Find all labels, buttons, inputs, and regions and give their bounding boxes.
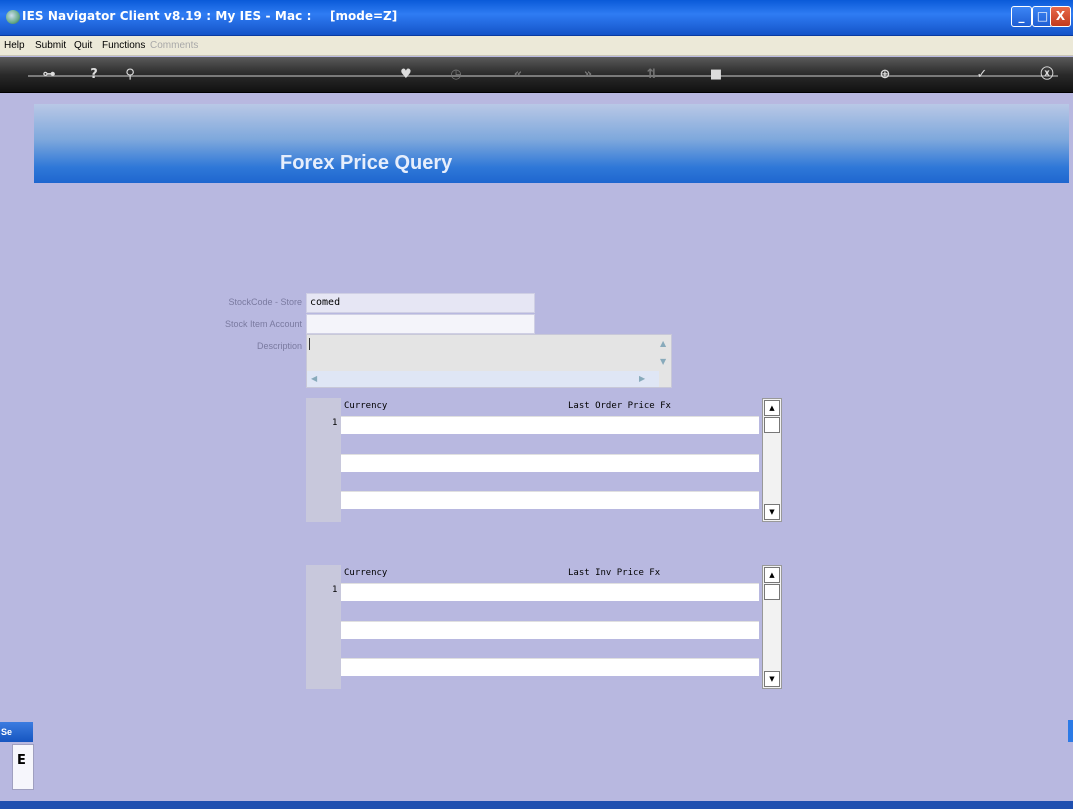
scroll-thumb[interactable]	[764, 417, 780, 433]
table-row[interactable]	[341, 416, 759, 434]
toolbar: ⊶ ? ⚲ ♥ ◷ « » ⇅ ■ ⊕ ✓ ⓧ	[0, 57, 1073, 93]
close-icon[interactable]: ⓧ	[1037, 66, 1057, 84]
scroll-up-icon[interactable]: ▲	[764, 400, 780, 416]
scroll-down-icon[interactable]: ▼	[764, 671, 780, 687]
row-number-column	[306, 398, 341, 522]
row-number: 1	[332, 418, 338, 428]
column-header-last-inv-price[interactable]: Last Inv Price Fx	[568, 568, 660, 578]
menu-quit[interactable]: Quit	[74, 40, 92, 51]
text-caret	[309, 338, 310, 350]
scroll-left-icon[interactable]: ◀	[311, 374, 317, 383]
table-row[interactable]	[341, 491, 759, 509]
heart-icon[interactable]: ♥	[396, 66, 416, 84]
mode-indicator: [mode=Z]	[330, 9, 398, 23]
grid-vertical-scrollbar[interactable]: ▲ ▼	[762, 565, 782, 689]
stock-code-label: StockCode - Store	[228, 297, 302, 307]
side-panel-tab[interactable]: Se	[0, 722, 33, 742]
scroll-right-icon[interactable]: ▶	[639, 374, 645, 383]
close-window-button[interactable]: X	[1050, 6, 1071, 27]
side-panel-box[interactable]: E	[12, 744, 34, 790]
column-header-currency[interactable]: Currency	[344, 401, 387, 411]
table-row[interactable]	[341, 454, 759, 472]
help-icon[interactable]: ?	[84, 66, 104, 84]
description-horizontal-scrollbar[interactable]: ◀ ▶	[307, 371, 659, 387]
menu-submit[interactable]: Submit	[35, 40, 66, 51]
column-header-last-order-price[interactable]: Last Order Price Fx	[568, 401, 671, 411]
bottom-border	[0, 801, 1073, 809]
check-icon[interactable]: ✓	[972, 66, 992, 84]
menu-bar: Help Submit Quit Functions Comments	[0, 36, 1073, 56]
order-price-grid[interactable]: Currency Last Order Price Fx 1 ▲ ▼	[306, 398, 782, 523]
minimize-button[interactable]: _	[1011, 6, 1032, 27]
description-label: Description	[256, 341, 302, 351]
menu-help[interactable]: Help	[4, 40, 25, 51]
search-icon[interactable]: ⚲	[120, 66, 140, 84]
scroll-thumb[interactable]	[764, 584, 780, 600]
description-vertical-scrollbar[interactable]: ▲ ▼	[657, 335, 671, 373]
row-number: 1	[332, 585, 338, 595]
window-title: IES Navigator Client v8.19 : My IES - Ma…	[22, 9, 312, 23]
clock-icon[interactable]: ◷	[446, 66, 466, 84]
key-icon[interactable]: ⊶	[34, 66, 64, 84]
toolbar-divider-line	[28, 75, 1058, 77]
table-row[interactable]	[341, 658, 759, 676]
page-title: Forex Price Query	[280, 152, 453, 174]
fast-forward-icon[interactable]: »	[578, 66, 598, 84]
stock-item-account-field[interactable]	[306, 314, 535, 334]
row-number-column	[306, 565, 341, 689]
scroll-down-icon[interactable]: ▼	[764, 504, 780, 520]
swap-icon[interactable]: ⇅	[642, 66, 662, 84]
menu-comments[interactable]: Comments	[150, 40, 198, 51]
scroll-up-icon[interactable]: ▲	[660, 339, 666, 348]
right-edge-tab[interactable]	[1068, 720, 1073, 742]
table-row[interactable]	[341, 583, 759, 601]
invoice-price-grid[interactable]: Currency Last Inv Price Fx 1 ▲ ▼	[306, 565, 782, 690]
stop-icon[interactable]: ■	[706, 66, 726, 84]
table-row[interactable]	[341, 621, 759, 639]
scroll-down-icon[interactable]: ▼	[660, 357, 666, 366]
rewind-icon[interactable]: «	[508, 66, 528, 84]
description-textarea[interactable]: ▲ ▼ ◀ ▶	[306, 334, 672, 388]
stock-code-field[interactable]: comed	[306, 293, 535, 313]
scroll-up-icon[interactable]: ▲	[764, 567, 780, 583]
menu-functions[interactable]: Functions	[102, 40, 145, 51]
grid-vertical-scrollbar[interactable]: ▲ ▼	[762, 398, 782, 522]
column-header-currency[interactable]: Currency	[344, 568, 387, 578]
stock-item-account-label: Stock Item Account	[224, 319, 302, 329]
add-icon[interactable]: ⊕	[875, 66, 895, 84]
window-title-bar[interactable]: IES Navigator Client v8.19 : My IES - Ma…	[0, 0, 1073, 36]
app-icon	[6, 10, 20, 24]
page-header-banner: Forex Price Query	[34, 104, 1069, 183]
